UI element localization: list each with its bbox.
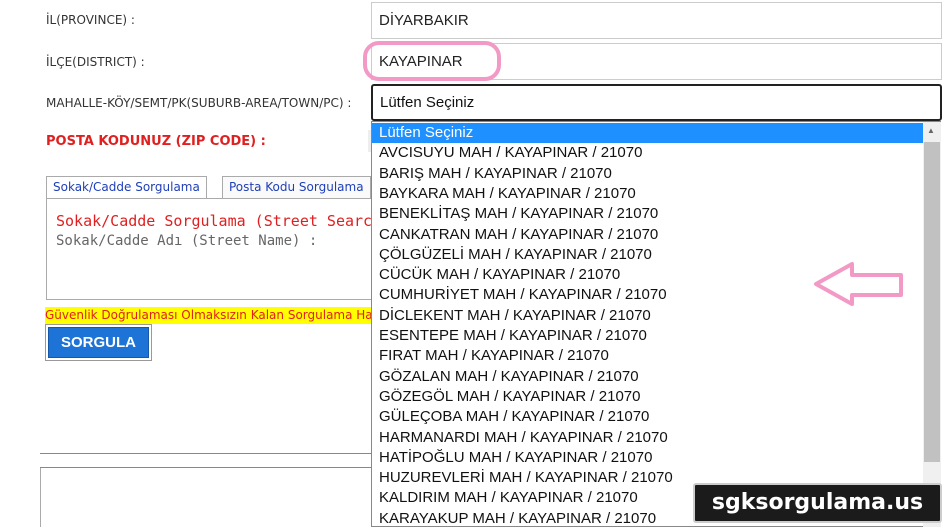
scroll-up-arrow-icon[interactable]: ▲ bbox=[927, 126, 935, 135]
watermark-badge: sgksorgulama.us bbox=[693, 483, 942, 523]
dropdown-option[interactable]: GÖZEGÖL MAH / KAYAPINAR / 21070 bbox=[372, 387, 924, 407]
dropdown-option[interactable]: GÖZALAN MAH / KAYAPINAR / 21070 bbox=[372, 367, 924, 387]
tab-street-search[interactable]: Sokak/Cadde Sorgulama bbox=[46, 176, 207, 198]
province-label: İL(PROVINCE) : bbox=[46, 13, 135, 27]
neighborhood-dropdown-list[interactable]: Lütfen Seçiniz AVCISUYU MAH / KAYAPINAR /… bbox=[371, 121, 941, 527]
scrollbar-thumb[interactable] bbox=[924, 142, 940, 462]
dropdown-option[interactable]: ESENTEPE MAH / KAYAPINAR / 21070 bbox=[372, 326, 924, 346]
street-name-label: Sokak/Cadde Adı (Street Name) : bbox=[56, 233, 318, 249]
dropdown-option[interactable]: Lütfen Seçiniz bbox=[372, 123, 924, 143]
district-label: İLÇE(DISTRICT) : bbox=[46, 55, 145, 69]
dropdown-option[interactable]: FIRAT MAH / KAYAPINAR / 21070 bbox=[372, 346, 924, 366]
dropdown-option[interactable]: AVCISUYU MAH / KAYAPINAR / 21070 bbox=[372, 143, 924, 163]
dropdown-option[interactable]: HATİPOĞLU MAH / KAYAPINAR / 21070 bbox=[372, 448, 924, 468]
neighborhood-select[interactable]: Lütfen Seçiniz bbox=[371, 84, 942, 121]
dropdown-option[interactable]: GÜLEÇOBA MAH / KAYAPINAR / 21070 bbox=[372, 407, 924, 427]
neighborhood-label: MAHALLE-KÖY/SEMT/PK(SUBURB-AREA/TOWN/PC)… bbox=[46, 96, 352, 110]
dropdown-option[interactable]: BENEKLİTAŞ MAH / KAYAPINAR / 21070 bbox=[372, 204, 924, 224]
query-button[interactable]: SORGULA bbox=[48, 327, 149, 358]
dropdown-option[interactable]: HARMANARDI MAH / KAYAPINAR / 21070 bbox=[372, 428, 924, 448]
dropdown-option[interactable]: CANKATRAN MAH / KAYAPINAR / 21070 bbox=[372, 225, 924, 245]
divider bbox=[40, 468, 41, 527]
dropdown-option[interactable]: BARIŞ MAH / KAYAPINAR / 21070 bbox=[372, 164, 924, 184]
dropdown-option[interactable]: BAYKARA MAH / KAYAPINAR / 21070 bbox=[372, 184, 924, 204]
left-arrow-icon bbox=[814, 262, 903, 306]
security-warning: Güvenlik Doğrulaması Olmaksızın Kalan So… bbox=[45, 307, 375, 324]
highlight-oval bbox=[363, 41, 501, 81]
tab-postal-code-search[interactable]: Posta Kodu Sorgulama bbox=[222, 176, 371, 198]
street-search-title: Sokak/Cadde Sorgulama (Street Search) bbox=[56, 212, 391, 230]
province-field[interactable]: DİYARBAKIR bbox=[371, 2, 942, 39]
divider bbox=[40, 467, 372, 468]
divider bbox=[40, 453, 372, 454]
dropdown-option[interactable]: DİCLEKENT MAH / KAYAPINAR / 21070 bbox=[372, 306, 924, 326]
zip-code-label: POSTA KODUNUZ (ZIP CODE) : bbox=[46, 134, 266, 149]
